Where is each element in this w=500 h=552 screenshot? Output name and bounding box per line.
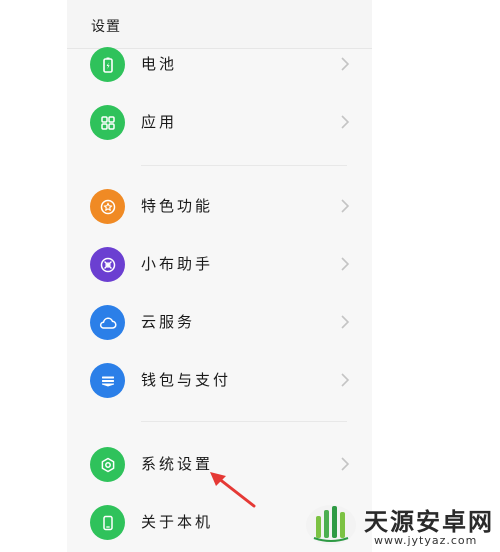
- group-divider: [141, 421, 347, 422]
- site-watermark: 天源安卓网 www.jytyaz.com: [300, 496, 500, 552]
- cloud-icon: [90, 305, 125, 340]
- watermark-site-url: www.jytyaz.com: [374, 534, 478, 547]
- watermark-site-name: 天源安卓网: [364, 508, 494, 536]
- system-settings-icon: [90, 447, 125, 482]
- settings-item-label: 系统设置: [141, 455, 214, 473]
- wallet-icon: [90, 363, 125, 398]
- chevron-right-icon: [341, 457, 350, 471]
- settings-item-wallet-payment[interactable]: 钱包与支付: [67, 354, 372, 408]
- apps-grid-icon: [90, 105, 125, 140]
- settings-item-label: 云服务: [141, 313, 196, 331]
- settings-item-cloud-service[interactable]: 云服务: [67, 296, 372, 350]
- settings-item-label: 关于本机: [141, 513, 214, 531]
- page-title: 设置: [91, 19, 121, 35]
- assistant-icon: [90, 247, 125, 282]
- settings-item-label: 钱包与支付: [141, 371, 232, 389]
- settings-item-special-features[interactable]: 特色功能: [67, 180, 372, 234]
- settings-item-label: 小布助手: [141, 255, 214, 273]
- chevron-right-icon: [341, 257, 350, 271]
- settings-item-apps[interactable]: 应用: [67, 96, 372, 150]
- group-divider: [141, 165, 347, 166]
- chevron-right-icon: [341, 57, 350, 71]
- chevron-right-icon: [341, 199, 350, 213]
- settings-item-label: 电池: [141, 55, 178, 73]
- star-icon: [90, 189, 125, 224]
- annotation-arrow-icon: [210, 472, 256, 508]
- chevron-right-icon: [341, 373, 350, 387]
- settings-item-battery[interactable]: 电池: [67, 38, 372, 92]
- battery-icon: [90, 47, 125, 82]
- settings-item-label: 特色功能: [141, 197, 214, 215]
- settings-item-label: 应用: [141, 113, 178, 131]
- screenshot-stage: 设置 电池 应用 特色功能 小布助手 云服务 钱包与支付 系统设置 关于本机 天…: [0, 0, 500, 552]
- phone-icon: [90, 505, 125, 540]
- settings-item-assistant[interactable]: 小布助手: [67, 238, 372, 292]
- watermark-logo-icon: [306, 505, 356, 545]
- chevron-right-icon: [341, 315, 350, 329]
- chevron-right-icon: [341, 115, 350, 129]
